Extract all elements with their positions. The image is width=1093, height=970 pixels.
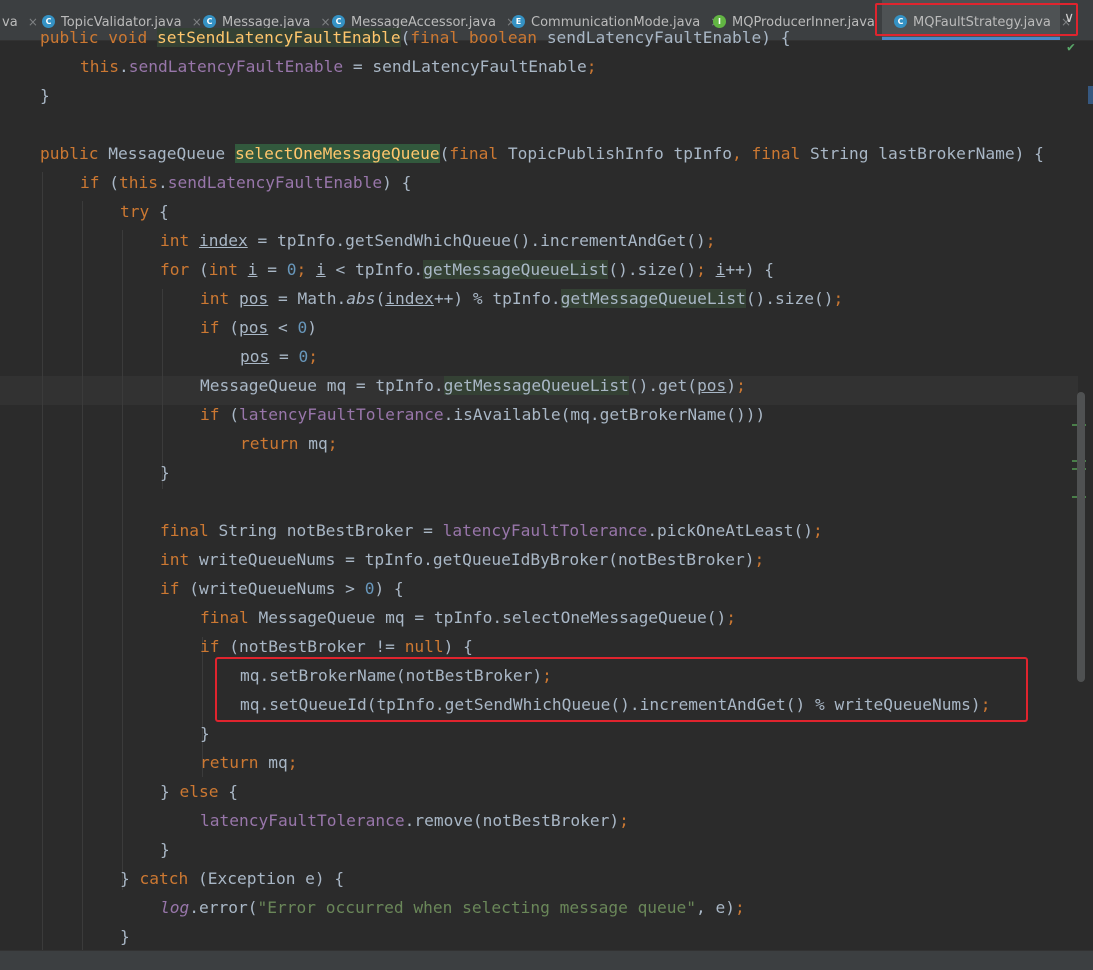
code-line: if (this.sendLatencyFaultEnable) { [80, 173, 412, 192]
code-line: } [120, 927, 130, 946]
check-icon: ✔ [1067, 40, 1075, 55]
code-line: log.error("Error occurred when selecting… [160, 898, 745, 917]
indent-guide [42, 172, 43, 950]
code-line: } [160, 840, 170, 859]
code-line: if (writeQueueNums > 0) { [160, 579, 404, 598]
code-line: } [40, 86, 50, 105]
vertical-scrollbar[interactable] [1077, 392, 1085, 682]
code-line: final MessageQueue mq = tpInfo.selectOne… [200, 608, 737, 627]
code-line: public void setSendLatencyFaultEnable(fi… [40, 28, 791, 47]
code-line: int writeQueueNums = tpInfo.getQueueIdBy… [160, 550, 765, 569]
indent-guide [122, 230, 123, 890]
code-line: return mq; [240, 434, 338, 453]
code-line: return mq; [200, 753, 298, 772]
code-line: int pos = Math.abs(index++) % tpInfo.get… [200, 289, 844, 308]
code-line: } catch (Exception e) { [120, 869, 345, 888]
status-bar [0, 950, 1093, 970]
code-line: for (int i = 0; i < tpInfo.getMessageQue… [160, 260, 775, 279]
code-line: } [160, 463, 170, 482]
code-editor[interactable]: public void setSendLatencyFaultEnable(fi… [0, 20, 1093, 950]
code-line: if (latencyFaultTolerance.isAvailable(mq… [200, 405, 766, 424]
code-line: if (pos < 0) [200, 318, 317, 337]
code-line: this.sendLatencyFaultEnable = sendLatenc… [80, 57, 597, 76]
gutter-accent [1088, 86, 1093, 104]
code-line: int index = tpInfo.getSendWhichQueue().i… [160, 231, 716, 250]
selected-method-name: selectOneMessageQueue [234, 144, 440, 163]
indent-guide [82, 201, 83, 950]
code-line: final String notBestBroker = latencyFaul… [160, 521, 823, 540]
code-line: } [200, 724, 210, 743]
code-annotation-box [215, 657, 1028, 722]
code-line: try { [120, 202, 169, 221]
code-line: public MessageQueue selectOneMessageQueu… [40, 144, 1044, 163]
code-line: } else { [160, 782, 238, 801]
code-line: MessageQueue mq = tpInfo.getMessageQueue… [200, 376, 746, 395]
code-line: latencyFaultTolerance.remove(notBestBrok… [200, 811, 629, 830]
code-line: pos = 0; [240, 347, 318, 366]
